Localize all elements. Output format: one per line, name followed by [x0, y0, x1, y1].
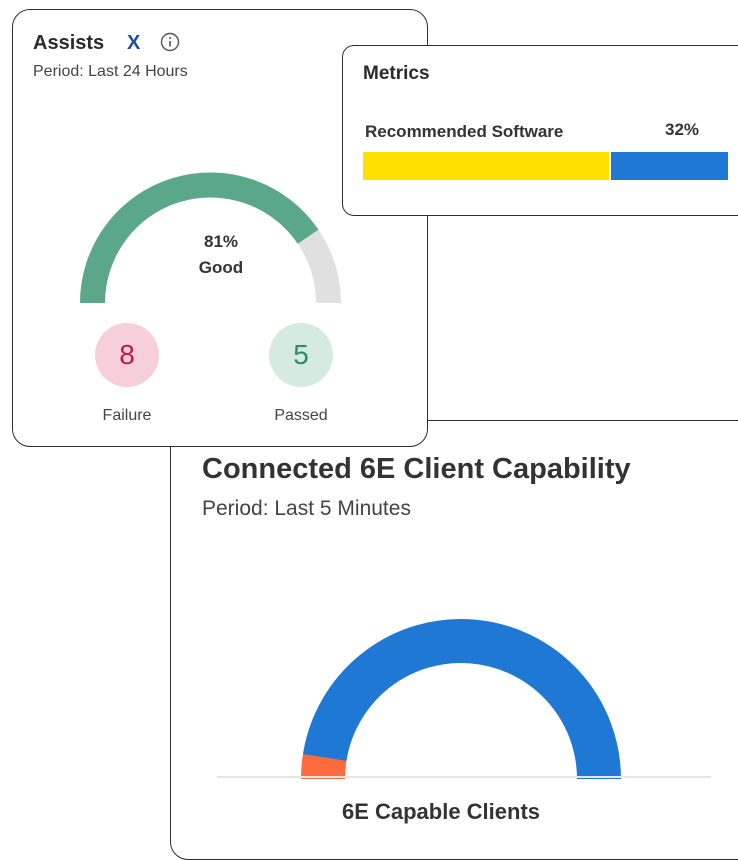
metric-bar-remainder [611, 152, 728, 180]
assists-period: Period: Last 24 Hours [33, 63, 188, 80]
failure-count[interactable]: 8 [95, 323, 159, 387]
capability-label[interactable]: 6E Capable Clients [219, 799, 663, 825]
metric-label: Recommended Software [365, 122, 564, 141]
gauge-value: 81% [203, 232, 239, 251]
capability-title: Connected 6E Client Capability [202, 453, 631, 485]
capability-baseline [217, 776, 711, 778]
metric-value: 32% [665, 120, 700, 139]
gauge-status: Good [198, 258, 244, 277]
assists-title: Assists [33, 32, 105, 54]
metrics-card: Metrics Recommended Software 32% [342, 45, 738, 216]
passed-count[interactable]: 5 [269, 323, 333, 387]
info-icon[interactable] [159, 31, 181, 53]
assists-gauge [80, 172, 341, 304]
assists-logo: X [127, 32, 141, 54]
gauge-capable-segment [302, 619, 621, 780]
capability-card: Connected 6E Client Capability Period: L… [170, 420, 738, 860]
metrics-title: Metrics [363, 63, 430, 84]
metric-bar-fill [363, 152, 612, 180]
capability-period: Period: Last 5 Minutes [202, 497, 411, 520]
metric-progress-bar[interactable] [363, 152, 728, 180]
capability-gauge [301, 619, 621, 780]
failure-label: Failure [102, 407, 152, 424]
passed-label: Passed [274, 407, 328, 424]
